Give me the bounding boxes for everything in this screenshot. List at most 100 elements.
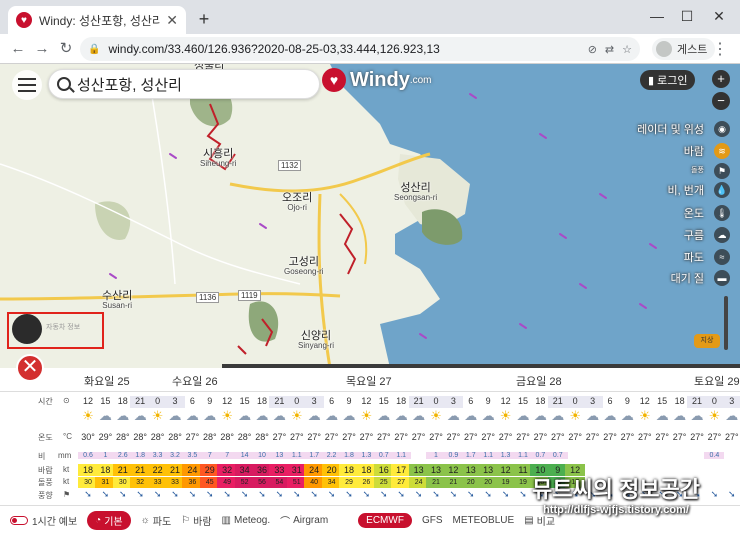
address-bar[interactable]: 🔒 windy.com/33.460/126.936?2020-08-25-03…	[80, 37, 640, 61]
tab-basic[interactable]: ◔ 기본	[87, 511, 131, 530]
gust-cell	[722, 477, 740, 488]
day-label[interactable]: 토요일 29	[694, 373, 740, 389]
hour-cell: 3	[721, 396, 740, 408]
zoom-in-button[interactable]: +	[712, 70, 730, 88]
search-text: 성산포항, 성산리	[77, 76, 182, 94]
airgram-label: Airgram	[293, 515, 329, 526]
layer-wind[interactable]: 바람	[684, 143, 704, 159]
model-ecmwf[interactable]: ECMWF	[358, 513, 412, 528]
place-label: 성산리 Seongsan-ri	[394, 182, 438, 203]
logo-text: Windy	[350, 68, 410, 91]
waves-label: 파도	[152, 517, 172, 528]
back-button[interactable]: ←	[8, 39, 28, 59]
layer-scrollbar[interactable]	[724, 296, 728, 350]
reload-button[interactable]: ↻	[56, 39, 76, 59]
login-label: 로그인	[657, 75, 688, 87]
new-tab-button[interactable]: +	[194, 9, 214, 30]
basic-icon: ◔	[95, 515, 102, 526]
bookmark-star-icon[interactable]: ☆	[622, 43, 632, 56]
wind-icon[interactable]: ≋	[714, 143, 730, 159]
basic-label: 기본	[104, 517, 123, 528]
profile-button[interactable]: 게스트	[652, 38, 716, 60]
watermark: 뮤트씨의 정보공간 http://dlfjs-wjfjs.tistory.com…	[508, 472, 724, 520]
day-header-row: 화요일 25 수요일 26 목요일 27 금요일 28 토요일 29	[0, 368, 740, 392]
location-search-box[interactable]: 성산포항, 성산리	[48, 69, 320, 99]
logo-suffix: .com	[409, 74, 432, 86]
profile-label: 게스트	[677, 44, 708, 56]
windy-favicon-icon: ♥	[16, 12, 32, 28]
ground-level-button[interactable]: 지상	[694, 334, 720, 348]
translate-icon[interactable]: ⇄	[605, 43, 614, 56]
cloud-icon[interactable]: ☁	[714, 227, 730, 243]
model-gfs[interactable]: GFS	[422, 515, 443, 526]
model-meteoblue[interactable]: METEOBLUE	[453, 515, 515, 526]
place-label: 신양리 Sinyang-ri	[298, 330, 335, 351]
day-label[interactable]: 화요일 25	[84, 373, 130, 389]
annotation-highlight-box	[7, 312, 104, 349]
forward-button[interactable]: →	[32, 39, 52, 59]
zoom-out-button[interactable]: −	[712, 92, 730, 110]
tab-close-icon[interactable]: ✕	[166, 12, 178, 29]
url-text: windy.com/33.460/126.936?2020-08-25-03,3…	[108, 42, 440, 56]
tab-title: Windy: 성산포항, 성산리 일기 예보	[39, 13, 161, 28]
login-button[interactable]: ▮ 로그인	[640, 70, 696, 90]
layer-rain-thunder[interactable]: 비, 번개	[668, 182, 704, 198]
satellite-icon[interactable]: ◉	[714, 121, 730, 137]
tab-strip: ♥ Windy: 성산포항, 성산리 일기 예보 ✕ + — ☐ ✕	[0, 0, 740, 34]
tab-wind[interactable]: ⚐ 바람	[181, 513, 211, 528]
clock-icon: ⊙	[63, 396, 70, 405]
tab-meteogram[interactable]: ▥ Meteog.	[222, 515, 271, 526]
layer-gust[interactable]: 돌풍	[691, 165, 704, 181]
windy-heart-icon: ♥	[322, 68, 346, 92]
place-label: 고성리 Goseong-ri	[284, 256, 324, 277]
maximize-button[interactable]: ☐	[674, 6, 700, 26]
hamburger-menu-button[interactable]	[12, 70, 42, 100]
search-icon	[57, 77, 71, 91]
rain-drop-icon[interactable]: 💧	[714, 182, 730, 198]
waves-icon: ☼	[140, 515, 150, 526]
rain-cell: 0.7	[547, 452, 568, 459]
wave-icon[interactable]: ≈	[714, 249, 730, 265]
layer-waves[interactable]: 파도	[684, 249, 704, 265]
close-window-button[interactable]: ✕	[706, 6, 732, 26]
tab-airgram[interactable]: ⌒ Airgram	[280, 513, 328, 528]
hourly-toggle[interactable]: 1시간 예보	[10, 513, 77, 528]
avatar	[656, 41, 672, 57]
road-number-sign: 1136	[196, 292, 220, 303]
thermometer-icon[interactable]: 🌡	[714, 205, 730, 221]
layer-clouds[interactable]: 구름	[684, 227, 704, 243]
watermark-url: http://dlfjs-wjfjs.tistory.com/	[543, 504, 689, 516]
map-canvas	[0, 64, 740, 368]
menu-kebab-icon[interactable]: ⋮	[712, 39, 728, 59]
day-label[interactable]: 수요일 26	[172, 373, 218, 389]
lock-icon: 🔒	[88, 43, 101, 55]
toggle-icon	[10, 516, 28, 525]
browser-window: ♥ Windy: 성산포항, 성산리 일기 예보 ✕ + — ☐ ✕ ← → ↻…	[0, 0, 740, 535]
tab-waves[interactable]: ☼ 파도	[141, 513, 172, 528]
layer-air-quality[interactable]: 대기 질	[671, 270, 704, 286]
layer-temperature[interactable]: 온도	[684, 205, 704, 221]
login-icon: ▮	[648, 74, 658, 87]
weather-map[interactable]: 성불리 시흥리 Siheung-ri 오조리 Ojo-ri 성산리 Seongsan-…	[0, 64, 740, 368]
minimize-button[interactable]: —	[644, 6, 670, 26]
browser-toolbar: ← → ↻ 🔒 windy.com/33.460/126.936?2020-08…	[0, 34, 740, 64]
weather-icon: ☁	[725, 408, 739, 423]
wind-icon: ⚐	[181, 515, 191, 526]
day-label[interactable]: 금요일 28	[516, 373, 562, 389]
wind-cell	[722, 464, 740, 476]
wind-label: 바람	[193, 517, 212, 528]
windy-logo[interactable]: ♥ Windy .com	[322, 68, 432, 92]
meteogram-label: Meteog.	[234, 515, 271, 526]
airgram-icon: ⌒	[280, 517, 291, 528]
road-number-sign: 1119	[238, 290, 261, 301]
rain-cell: 1.1	[391, 452, 412, 459]
day-label[interactable]: 목요일 27	[346, 373, 392, 389]
close-forecast-button[interactable]: ✕	[16, 354, 44, 382]
layer-radar-satellite[interactable]: 레이더 및 위성	[637, 121, 704, 137]
location-blocked-icon[interactable]: ⊘	[588, 43, 597, 56]
temp-cell: 27°	[724, 432, 739, 442]
road-number-sign: 1132	[278, 160, 302, 171]
browser-tab[interactable]: ♥ Windy: 성산포항, 성산리 일기 예보 ✕	[8, 6, 186, 34]
car-icon[interactable]: ▬	[714, 270, 730, 286]
flag-icon[interactable]: ⚑	[714, 163, 730, 179]
